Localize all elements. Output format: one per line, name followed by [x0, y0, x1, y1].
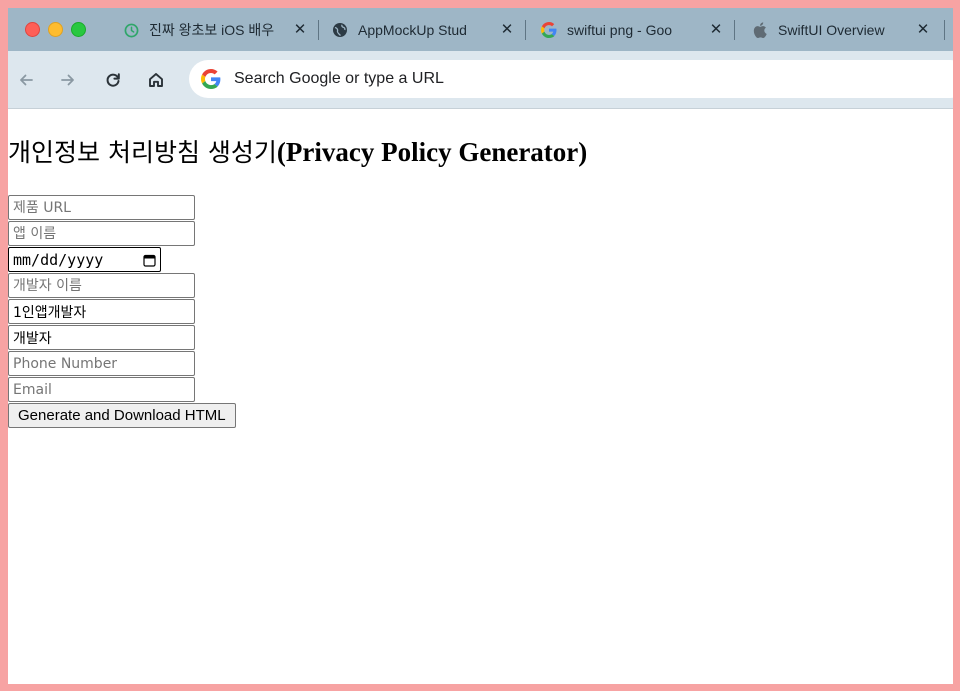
close-tab-icon[interactable]: ✕	[498, 21, 516, 39]
tab-swiftui-overview[interactable]: SwiftUI Overview ✕	[752, 14, 932, 46]
omnibox[interactable]	[189, 60, 953, 98]
app-name-input[interactable]	[8, 221, 195, 246]
apple-icon	[752, 22, 768, 38]
minimize-window-button[interactable]	[48, 22, 63, 37]
close-tab-icon[interactable]: ✕	[291, 21, 309, 39]
product-url-input[interactable]	[8, 195, 195, 220]
tab-ios-course[interactable]: 진짜 왕초보 iOS 배우 ✕	[123, 14, 309, 46]
date-placeholder: mm/dd/yyyy	[13, 250, 104, 269]
tab-title: 진짜 왕초보 iOS 배우	[149, 22, 275, 38]
generate-download-button[interactable]: Generate and Download HTML	[8, 403, 236, 428]
google-g-icon	[541, 22, 557, 38]
email-input[interactable]	[8, 377, 195, 402]
close-window-button[interactable]	[25, 22, 40, 37]
page-title-english: (Privacy Policy Generator)	[276, 137, 588, 167]
green-clock-icon	[123, 22, 139, 38]
tab-separator	[525, 20, 526, 40]
developer-role-input[interactable]	[8, 325, 195, 350]
reload-icon[interactable]	[102, 69, 124, 91]
tab-title: SwiftUI Overview	[778, 22, 885, 38]
date-input[interactable]: mm/dd/yyyy	[8, 247, 161, 272]
page-title-korean: 개인정보 처리방침 생성기	[8, 138, 277, 167]
tab-title: AppMockUp Stud	[358, 22, 467, 38]
tab-appmockup[interactable]: AppMockUp Stud ✕	[332, 14, 516, 46]
home-icon[interactable]	[145, 69, 167, 91]
maximize-window-button[interactable]	[71, 22, 86, 37]
calendar-icon[interactable]	[143, 253, 156, 267]
page-content: 개인정보 처리방침 생성기(Privacy Policy Generator) …	[8, 109, 953, 684]
tab-separator	[318, 20, 319, 40]
phone-number-input[interactable]	[8, 351, 195, 376]
developer-type-input[interactable]	[8, 299, 195, 324]
tab-strip: 진짜 왕초보 iOS 배우 ✕ AppMockUp Stud ✕ swiftui…	[8, 8, 953, 51]
developer-name-input[interactable]	[8, 273, 195, 298]
browser-toolbar	[8, 51, 953, 109]
policy-form: mm/dd/yyyy Generate and Download HTML	[8, 195, 236, 428]
tab-title: swiftui png - Goo	[567, 22, 673, 38]
tab-google-search[interactable]: swiftui png - Goo ✕	[541, 14, 725, 46]
tab-separator	[944, 20, 945, 40]
google-g-icon	[201, 69, 221, 89]
browser-window: 진짜 왕초보 iOS 배우 ✕ AppMockUp Stud ✕ swiftui…	[8, 8, 953, 684]
page-title: 개인정보 처리방침 생성기(Privacy Policy Generator)	[8, 136, 587, 169]
close-tab-icon[interactable]: ✕	[914, 21, 932, 39]
forward-arrow-icon[interactable]	[57, 69, 79, 91]
close-tab-icon[interactable]: ✕	[707, 21, 725, 39]
tab-separator	[734, 20, 735, 40]
globe-icon	[332, 22, 348, 38]
omnibox-input[interactable]	[234, 70, 834, 88]
back-arrow-icon[interactable]	[15, 69, 37, 91]
